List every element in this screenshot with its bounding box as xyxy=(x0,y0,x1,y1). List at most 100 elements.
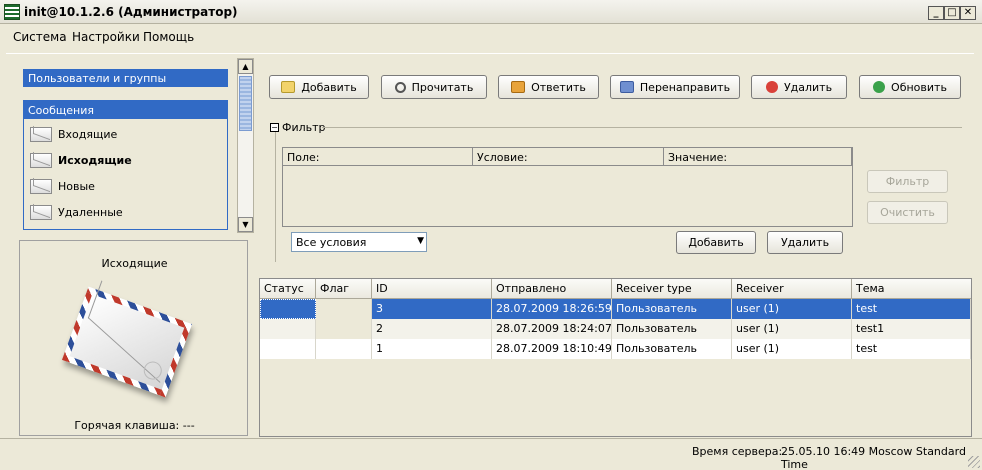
nav-messages-list: Входящие Исходящие Новые Удаленные xyxy=(23,100,228,230)
filter-legend-label: Фильтр xyxy=(282,121,326,134)
menu-bar: Система Настройки Помощь xyxy=(0,24,982,52)
nav-item-inbox[interactable]: Входящие xyxy=(30,123,117,145)
cell-receiver-type: Пользователь xyxy=(612,319,732,339)
delete-icon xyxy=(765,81,778,93)
folder-preview: Исходящие Горячая клавиша: --- xyxy=(19,240,248,436)
scroll-thumb[interactable] xyxy=(239,76,252,131)
close-button[interactable]: ✕ xyxy=(960,6,976,20)
forward-button-label: Перенаправить xyxy=(639,80,731,94)
read-button[interactable]: Прочитать xyxy=(381,75,487,99)
filter-col-field[interactable]: Поле: xyxy=(283,148,473,166)
server-time-value: 25.05.10 16:49 Moscow Standard Time xyxy=(781,445,966,470)
reply-button-label: Ответить xyxy=(531,80,586,94)
reply-button[interactable]: Ответить xyxy=(498,75,599,99)
filter-table[interactable]: Поле: Условие: Значение: xyxy=(282,147,853,227)
forward-icon xyxy=(619,81,634,93)
new-mail-icon xyxy=(281,81,296,93)
maximize-button[interactable]: □ xyxy=(944,6,960,20)
nav-item-label: Удаленные xyxy=(58,205,123,219)
cell-subject: test xyxy=(852,299,971,319)
cell-receiver: user (1) xyxy=(732,319,852,339)
nav-item-label: Входящие xyxy=(58,127,118,141)
add-button[interactable]: Добавить xyxy=(269,75,369,99)
cell-status xyxy=(260,339,316,359)
delete-button[interactable]: Удалить xyxy=(751,75,847,99)
filter-legend[interactable]: − Фильтр xyxy=(270,121,326,134)
menu-divider xyxy=(6,53,974,54)
refresh-button[interactable]: Обновить xyxy=(859,75,961,99)
delete-button-label: Удалить xyxy=(783,80,833,94)
cell-receiver: user (1) xyxy=(732,299,852,319)
table-row[interactable]: 2 28.07.2009 18:24:07 Пользователь user … xyxy=(260,319,971,339)
cell-sent: 28.07.2009 18:24:07 xyxy=(492,319,612,339)
nav-item-deleted[interactable]: Удаленные xyxy=(30,201,123,223)
table-row[interactable]: 1 28.07.2009 18:10:49 Пользователь user … xyxy=(260,339,971,359)
forward-button[interactable]: Перенаправить xyxy=(610,75,740,99)
envelope-icon xyxy=(30,126,52,142)
filter-clear-button[interactable]: Очистить xyxy=(867,201,948,224)
read-button-label: Прочитать xyxy=(411,80,474,94)
cell-status xyxy=(260,319,316,339)
app-icon xyxy=(4,4,20,20)
refresh-icon xyxy=(873,81,886,93)
filter-border xyxy=(275,132,276,262)
refresh-button-label: Обновить xyxy=(891,80,947,94)
minimize-button[interactable]: _ xyxy=(928,6,944,20)
col-id[interactable]: ID xyxy=(372,279,492,299)
nav-item-outbox[interactable]: Исходящие xyxy=(30,149,132,171)
add-button-label: Добавить xyxy=(301,80,357,94)
scroll-up-arrow-icon[interactable]: ▲ xyxy=(238,59,253,74)
envelope-icon xyxy=(30,204,52,220)
messages-table: Статус Флаг ID Отправлено Receiver type … xyxy=(259,278,972,437)
cell-receiver-type: Пользователь xyxy=(612,339,732,359)
chevron-down-icon: ▼ xyxy=(417,236,424,246)
condition-select[interactable]: Все условия ▼ xyxy=(291,232,427,252)
server-time-label: Время сервера: xyxy=(692,445,783,458)
reply-icon xyxy=(511,81,526,93)
filter-apply-button[interactable]: Фильтр xyxy=(867,170,948,193)
cell-flag xyxy=(316,299,372,319)
filter-delete-button[interactable]: Удалить xyxy=(767,231,843,254)
large-envelope-icon xyxy=(61,280,193,398)
cell-receiver-type: Пользователь xyxy=(612,299,732,319)
menu-system[interactable]: Система xyxy=(13,30,67,44)
nav-group-users[interactable]: Пользователи и группы xyxy=(23,69,228,87)
nav-item-new[interactable]: Новые xyxy=(30,175,95,197)
col-flag[interactable]: Флаг xyxy=(316,279,372,299)
nav-panel: Пользователи и группы Сообщения Входящие… xyxy=(20,60,236,232)
collapse-icon[interactable]: − xyxy=(270,123,279,132)
nav-group-messages[interactable]: Сообщения xyxy=(23,101,228,119)
title-bar[interactable]: init@10.1.2.6 (Администратор) _ □ ✕ xyxy=(0,0,982,24)
resize-grip-icon[interactable] xyxy=(968,456,980,468)
table-row[interactable]: 3 28.07.2009 18:26:59 Пользователь user … xyxy=(260,299,971,319)
filter-col-condition[interactable]: Условие: xyxy=(473,148,664,166)
filter-divider xyxy=(322,127,962,128)
col-sent[interactable]: Отправлено xyxy=(492,279,612,299)
cell-id: 1 xyxy=(372,339,492,359)
nav-item-label: Исходящие xyxy=(58,153,132,167)
col-status[interactable]: Статус xyxy=(260,279,316,299)
preview-title: Исходящие xyxy=(101,257,168,270)
cell-status xyxy=(260,299,316,319)
cell-id: 3 xyxy=(372,299,492,319)
cell-subject: test xyxy=(852,339,971,359)
status-divider xyxy=(0,438,982,439)
cell-sent: 28.07.2009 18:26:59 xyxy=(492,299,612,319)
cell-flag xyxy=(316,319,372,339)
nav-scrollbar[interactable]: ▲ ▼ xyxy=(237,58,254,233)
cell-flag xyxy=(316,339,372,359)
col-receiver[interactable]: Receiver xyxy=(732,279,852,299)
filter-add-button[interactable]: Добавить xyxy=(676,231,756,254)
envelope-icon xyxy=(30,178,52,194)
cell-receiver: user (1) xyxy=(732,339,852,359)
cell-sent: 28.07.2009 18:10:49 xyxy=(492,339,612,359)
scroll-down-arrow-icon[interactable]: ▼ xyxy=(238,217,253,232)
cell-id: 2 xyxy=(372,319,492,339)
menu-settings[interactable]: Настройки xyxy=(72,30,140,44)
nav-item-label: Новые xyxy=(58,179,95,193)
menu-help[interactable]: Помощь xyxy=(143,30,194,44)
window-title: init@10.1.2.6 (Администратор) xyxy=(24,5,238,19)
col-receiver-type[interactable]: Receiver type xyxy=(612,279,732,299)
col-subject[interactable]: Тема xyxy=(852,279,971,299)
filter-col-value[interactable]: Значение: xyxy=(664,148,852,166)
